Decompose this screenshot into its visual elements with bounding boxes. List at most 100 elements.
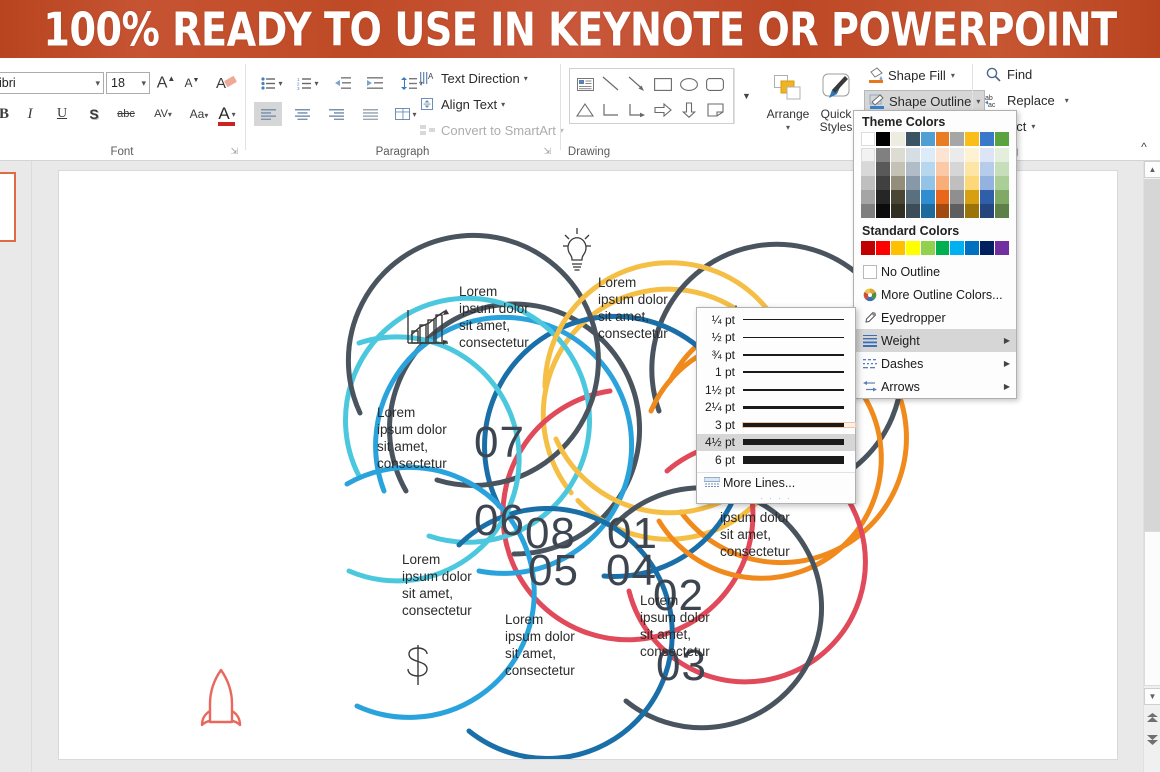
theme-color-swatch[interactable]	[995, 162, 1009, 176]
arrows-item[interactable]: Arrows ▶	[854, 375, 1016, 398]
increase-font-size-button[interactable]: A▲	[154, 71, 178, 95]
theme-color-swatch[interactable]	[876, 132, 890, 146]
standard-color-swatch[interactable]	[876, 241, 890, 255]
previous-slide-button[interactable]	[1144, 709, 1160, 727]
theme-color-swatch[interactable]	[921, 162, 935, 176]
justify-button[interactable]	[356, 102, 384, 126]
align-text-button[interactable]: Align Text ▾	[416, 93, 509, 115]
convert-to-smartart-button[interactable]: Convert to SmartArt ▾	[416, 119, 568, 141]
theme-color-swatch[interactable]	[921, 190, 935, 204]
weight-option[interactable]: 6 pt	[697, 451, 855, 469]
weight-item[interactable]: Weight ▶	[854, 329, 1016, 352]
theme-color-swatch[interactable]	[861, 162, 875, 176]
weight-submenu[interactable]: ¼ pt½ pt¾ pt1 pt1½ pt2¼ pt3 pt4½ pt6 pt …	[696, 307, 856, 504]
weight-option[interactable]: ¾ pt	[697, 346, 855, 364]
weight-option[interactable]: 2¼ pt	[697, 399, 855, 417]
arrange-button[interactable]: Arrange ▾	[765, 68, 811, 134]
theme-color-swatch[interactable]	[921, 148, 935, 162]
theme-color-swatch[interactable]	[876, 204, 890, 218]
increase-indent-button[interactable]	[362, 71, 388, 95]
align-right-button[interactable]	[322, 102, 350, 126]
theme-colors-grid[interactable]	[854, 132, 1016, 220]
standard-color-swatch[interactable]	[861, 241, 875, 255]
folded-corner-shape[interactable]	[702, 97, 728, 123]
eyedropper-item[interactable]: Eyedropper	[854, 306, 1016, 329]
theme-color-swatch[interactable]	[995, 148, 1009, 162]
collapse-ribbon-button[interactable]: ^	[1134, 138, 1154, 156]
standard-color-swatch[interactable]	[936, 241, 950, 255]
theme-color-swatch[interactable]	[876, 162, 890, 176]
theme-color-swatch[interactable]	[980, 162, 994, 176]
theme-color-swatch[interactable]	[965, 132, 979, 146]
scroll-down-button[interactable]: ▼	[1144, 688, 1160, 705]
theme-color-swatch[interactable]	[891, 148, 905, 162]
theme-color-swatch[interactable]	[936, 176, 950, 190]
elbow-connector-shape[interactable]	[598, 97, 624, 123]
theme-color-swatch[interactable]	[906, 162, 920, 176]
font-dialog-launcher[interactable]: ⇲	[230, 146, 238, 157]
theme-color-swatch[interactable]	[861, 148, 875, 162]
font-color-button[interactable]: A ▾	[212, 100, 242, 128]
theme-color-swatch[interactable]	[936, 132, 950, 146]
theme-color-swatch[interactable]	[995, 132, 1009, 146]
theme-color-swatch[interactable]	[876, 190, 890, 204]
theme-color-swatch[interactable]	[906, 190, 920, 204]
theme-color-swatch[interactable]	[861, 204, 875, 218]
theme-color-swatch[interactable]	[950, 190, 964, 204]
theme-color-swatch[interactable]	[891, 190, 905, 204]
standard-colors-grid[interactable]	[854, 241, 1016, 260]
dashes-item[interactable]: Dashes ▶	[854, 352, 1016, 375]
shapes-gallery[interactable]	[569, 68, 734, 124]
bold-button[interactable]: B	[0, 102, 16, 126]
theme-color-swatch[interactable]	[921, 176, 935, 190]
theme-color-swatch[interactable]	[995, 204, 1009, 218]
character-spacing-button[interactable]: AV▾	[146, 102, 180, 126]
shape-outline-button[interactable]: Shape Outline ▾	[864, 90, 985, 112]
scrollbar-track[interactable]	[1144, 531, 1160, 686]
rounded-rectangle-shape[interactable]	[702, 71, 728, 97]
underline-button[interactable]: U	[50, 102, 74, 126]
replace-button[interactable]: abac Replace ▾	[981, 89, 1073, 111]
theme-color-swatch[interactable]	[980, 148, 994, 162]
theme-color-swatch[interactable]	[906, 148, 920, 162]
more-outline-colors-item[interactable]: More Outline Colors...	[854, 283, 1016, 306]
decrease-font-size-button[interactable]: A▼	[180, 71, 204, 95]
theme-color-swatch[interactable]	[936, 204, 950, 218]
elbow-arrow-connector-shape[interactable]	[624, 97, 650, 123]
theme-color-swatch[interactable]	[965, 204, 979, 218]
theme-color-swatch[interactable]	[936, 190, 950, 204]
align-center-button[interactable]	[288, 102, 316, 126]
right-arrow-shape[interactable]	[650, 97, 676, 123]
theme-color-swatch[interactable]	[906, 204, 920, 218]
strikethrough-button[interactable]: abc	[112, 102, 140, 126]
theme-color-swatch[interactable]	[965, 190, 979, 204]
align-left-button[interactable]	[254, 102, 282, 126]
bullets-button[interactable]: ▾	[256, 71, 288, 95]
numbering-button[interactable]: 123 ▾	[292, 71, 324, 95]
theme-color-swatch[interactable]	[861, 190, 875, 204]
theme-color-swatch[interactable]	[950, 162, 964, 176]
standard-color-swatch[interactable]	[965, 241, 979, 255]
theme-color-swatch[interactable]	[965, 176, 979, 190]
standard-color-swatch[interactable]	[891, 241, 905, 255]
slide-thumbnail-pane[interactable]	[0, 161, 32, 772]
weight-option[interactable]: 1 pt	[697, 364, 855, 382]
rectangle-shape[interactable]	[650, 71, 676, 97]
standard-color-swatch[interactable]	[980, 241, 994, 255]
more-shapes-button[interactable]: ▼	[734, 68, 758, 124]
theme-color-swatch[interactable]	[950, 176, 964, 190]
weight-option[interactable]: 3 pt	[697, 416, 855, 434]
theme-color-swatch[interactable]	[980, 190, 994, 204]
theme-color-swatch[interactable]	[921, 132, 935, 146]
line-arrow-shape[interactable]	[624, 71, 650, 97]
vertical-scrollbar[interactable]: ▲ ▼	[1143, 161, 1160, 772]
decrease-indent-button[interactable]	[330, 71, 356, 95]
theme-color-swatch[interactable]	[965, 148, 979, 162]
no-outline-item[interactable]: No Outline	[854, 260, 1016, 283]
font-size-combo[interactable]: 18 ▾	[106, 72, 150, 94]
weight-option[interactable]: ¼ pt	[697, 311, 855, 329]
shape-fill-button[interactable]: Shape Fill ▾	[864, 64, 959, 86]
standard-color-swatch[interactable]	[950, 241, 964, 255]
theme-color-swatch[interactable]	[995, 176, 1009, 190]
theme-color-swatch[interactable]	[936, 148, 950, 162]
